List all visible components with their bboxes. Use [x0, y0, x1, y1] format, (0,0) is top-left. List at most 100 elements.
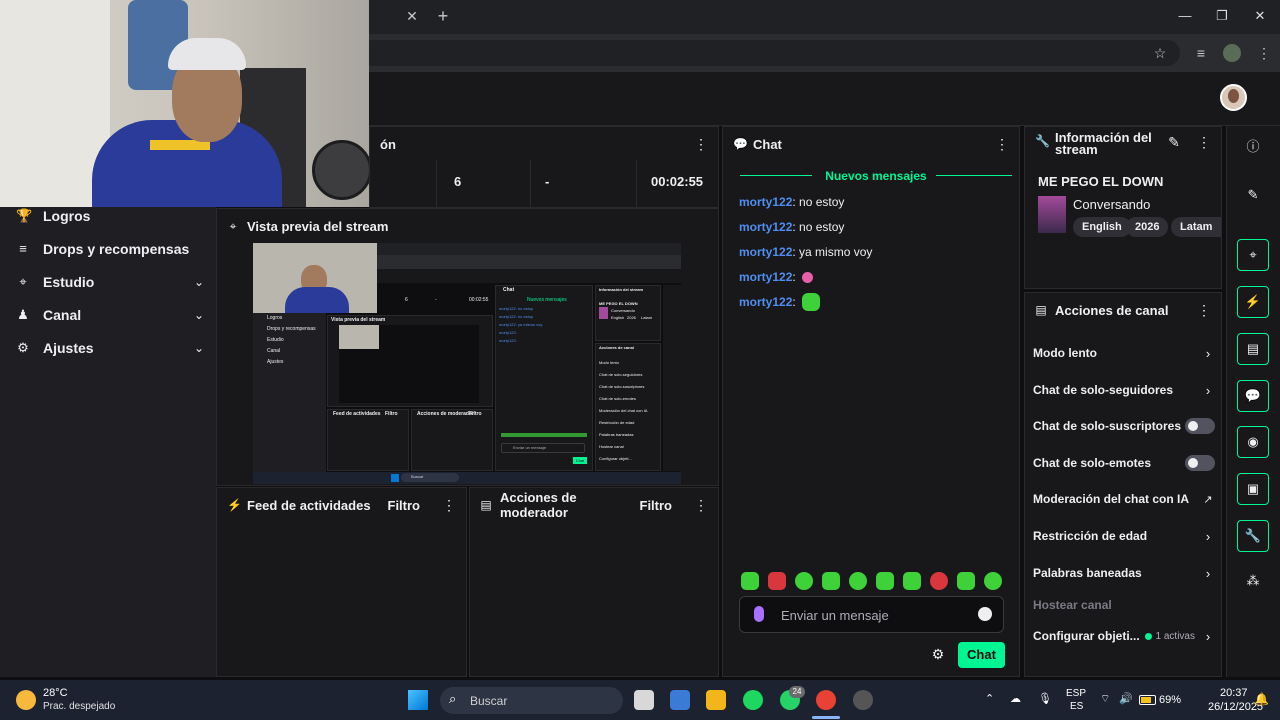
- category-name[interactable]: Conversando: [1073, 197, 1150, 212]
- quick-emote-icon[interactable]: [849, 572, 867, 590]
- volume-icon[interactable]: 🔊: [1119, 692, 1133, 705]
- tab-close-icon[interactable]: ✕: [404, 8, 420, 24]
- quick-emote-icon[interactable]: [984, 572, 1002, 590]
- keyboard-layout[interactable]: ES: [1070, 701, 1083, 712]
- action-age-restriction[interactable]: Restricción de edad ›: [1033, 527, 1215, 545]
- quick-emote-icon[interactable]: [903, 572, 921, 590]
- active-app-indicator: [812, 716, 840, 719]
- rail-tools-button[interactable]: 🔧: [1237, 520, 1269, 552]
- rail-video-button[interactable]: ▣: [1237, 473, 1269, 505]
- avatar[interactable]: [1220, 84, 1247, 111]
- trophy-icon: 🏆: [16, 208, 33, 223]
- category-thumbnail[interactable]: [1038, 196, 1066, 233]
- maximize-button[interactable]: ❐: [1210, 6, 1234, 26]
- rail-chat-button[interactable]: 💬: [1237, 380, 1269, 412]
- stream-tag[interactable]: Latam: [1171, 217, 1222, 237]
- chat-username[interactable]: morty122: [739, 295, 792, 309]
- bookmark-star-icon[interactable]: ☆: [1151, 44, 1169, 62]
- chrome-icon[interactable]: [816, 690, 836, 710]
- action-subscribers-only[interactable]: Chat de solo-suscriptores: [1033, 417, 1215, 435]
- microphone-icon[interactable]: [754, 606, 764, 622]
- stream-tag[interactable]: English: [1073, 217, 1131, 237]
- sidebar-item-drops[interactable]: ≡ Drops y recompensas: [16, 239, 206, 259]
- sidebar-item-logros[interactable]: 🏆 Logros: [16, 206, 206, 226]
- quick-emote-icon[interactable]: [930, 572, 948, 590]
- media-control-icon[interactable]: ≡: [1192, 44, 1210, 62]
- action-banned-words[interactable]: Palabras baneadas ›: [1033, 564, 1215, 582]
- edit-pencil-icon[interactable]: ✎: [1167, 134, 1181, 151]
- new-messages-divider[interactable]: Nuevos mensajes: [740, 168, 1012, 184]
- stream-preview-video[interactable]: Logros Drops y recompensas Estudio Canal…: [253, 243, 681, 484]
- emoji-picker-icon[interactable]: [978, 607, 992, 621]
- chat-settings-gear-icon[interactable]: ⚙: [930, 646, 946, 663]
- action-label: Chat de solo-seguidores: [1033, 383, 1174, 397]
- weather-description[interactable]: Prac. despejado: [43, 701, 115, 712]
- microphone-tray-icon[interactable]: 🎙: [1038, 692, 1052, 705]
- quick-emote-icon[interactable]: [768, 572, 786, 590]
- notification-bell-icon[interactable]: 🔔: [1254, 692, 1269, 706]
- sidebar-item-estudio[interactable]: ⌖ Estudio ⌄: [16, 272, 206, 292]
- chat-username[interactable]: morty122: [739, 245, 792, 259]
- rail-broadcast-button[interactable]: ◉: [1237, 426, 1269, 458]
- rail-mod-actions-button[interactable]: ▤: [1237, 333, 1269, 365]
- language-indicator[interactable]: ESP: [1066, 688, 1086, 699]
- weather-temperature[interactable]: 28°C: [43, 687, 68, 699]
- quick-emote-icon[interactable]: [822, 572, 840, 590]
- rail-activity-button[interactable]: ⚡: [1237, 286, 1269, 318]
- emote-icon: [801, 271, 813, 283]
- battery-icon[interactable]: [1139, 695, 1156, 705]
- more-options-icon[interactable]: ⋮: [1197, 302, 1211, 319]
- tray-chevron-icon[interactable]: ⌃: [985, 692, 994, 705]
- new-tab-button[interactable]: +: [434, 6, 452, 26]
- obs-icon[interactable]: [853, 690, 873, 710]
- more-options-icon[interactable]: ⋮: [1197, 134, 1211, 151]
- subscribers-only-toggle[interactable]: [1185, 418, 1215, 434]
- info-icon[interactable]: ⓘ: [1237, 132, 1269, 164]
- chat-send-button[interactable]: Chat: [958, 642, 1005, 668]
- action-configure-goals[interactable]: Configurar objeti... 1 activas ›: [1033, 627, 1215, 645]
- quick-emote-icon[interactable]: [957, 572, 975, 590]
- emotes-only-toggle[interactable]: [1185, 455, 1215, 471]
- sidebar-item-ajustes[interactable]: ⚙ Ajustes ⌄: [16, 338, 206, 358]
- start-button[interactable]: [408, 690, 428, 710]
- more-options-icon[interactable]: ⋮: [694, 136, 708, 153]
- feed-filter-button[interactable]: Filtro: [388, 498, 421, 513]
- quick-emote-icon[interactable]: [795, 572, 813, 590]
- cloud-icon[interactable]: ☁: [1010, 692, 1021, 705]
- battery-percent[interactable]: 69%: [1159, 694, 1181, 706]
- weather-icon[interactable]: [16, 690, 36, 710]
- minimize-button[interactable]: —: [1173, 6, 1197, 26]
- more-options-icon[interactable]: ⋮: [694, 497, 708, 514]
- chat-username[interactable]: morty122: [739, 220, 792, 234]
- action-followers-only[interactable]: Chat de solo-seguidores ›: [1033, 381, 1215, 399]
- action-ai-moderation[interactable]: Moderación del chat con IA ↗: [1033, 490, 1215, 508]
- task-view-icon[interactable]: [634, 690, 654, 710]
- quick-emote-icon[interactable]: [876, 572, 894, 590]
- chevron-down-icon: ⌄: [193, 308, 205, 322]
- spotify-icon[interactable]: [743, 690, 763, 710]
- stats-panel-title: ón: [380, 136, 396, 152]
- chat-username[interactable]: morty122: [739, 195, 792, 209]
- browser-profile-avatar[interactable]: [1223, 44, 1241, 62]
- action-emotes-only[interactable]: Chat de solo-emotes: [1033, 454, 1215, 472]
- file-explorer-icon[interactable]: [706, 690, 726, 710]
- rail-extensions-icon[interactable]: ⁂: [1237, 566, 1269, 598]
- rail-preview-button[interactable]: ⌖: [1237, 239, 1269, 271]
- chat-username[interactable]: morty122: [739, 270, 792, 284]
- mod-filter-button[interactable]: Filtro: [640, 498, 673, 513]
- more-options-icon[interactable]: ⋮: [442, 497, 456, 514]
- browser-menu-icon[interactable]: ⋮: [1255, 44, 1273, 62]
- address-bar[interactable]: [360, 40, 1180, 66]
- sidebar-item-canal[interactable]: ♟ Canal ⌄: [16, 305, 206, 325]
- more-options-icon[interactable]: ⋮: [995, 136, 1009, 153]
- edit-pencil-icon[interactable]: ✎: [1237, 180, 1269, 212]
- action-slow-mode[interactable]: Modo lento ›: [1033, 344, 1215, 362]
- quick-emote-icon[interactable]: [741, 572, 759, 590]
- chat-text: no estoy: [799, 220, 845, 234]
- window-close-button[interactable]: ✕: [1248, 6, 1272, 26]
- wifi-icon[interactable]: ⌔: [1100, 692, 1110, 706]
- stream-tag[interactable]: 2026: [1126, 217, 1169, 237]
- clock-time[interactable]: 20:37: [1220, 687, 1248, 699]
- store-icon[interactable]: [670, 690, 690, 710]
- taskbar-search[interactable]: [440, 687, 623, 714]
